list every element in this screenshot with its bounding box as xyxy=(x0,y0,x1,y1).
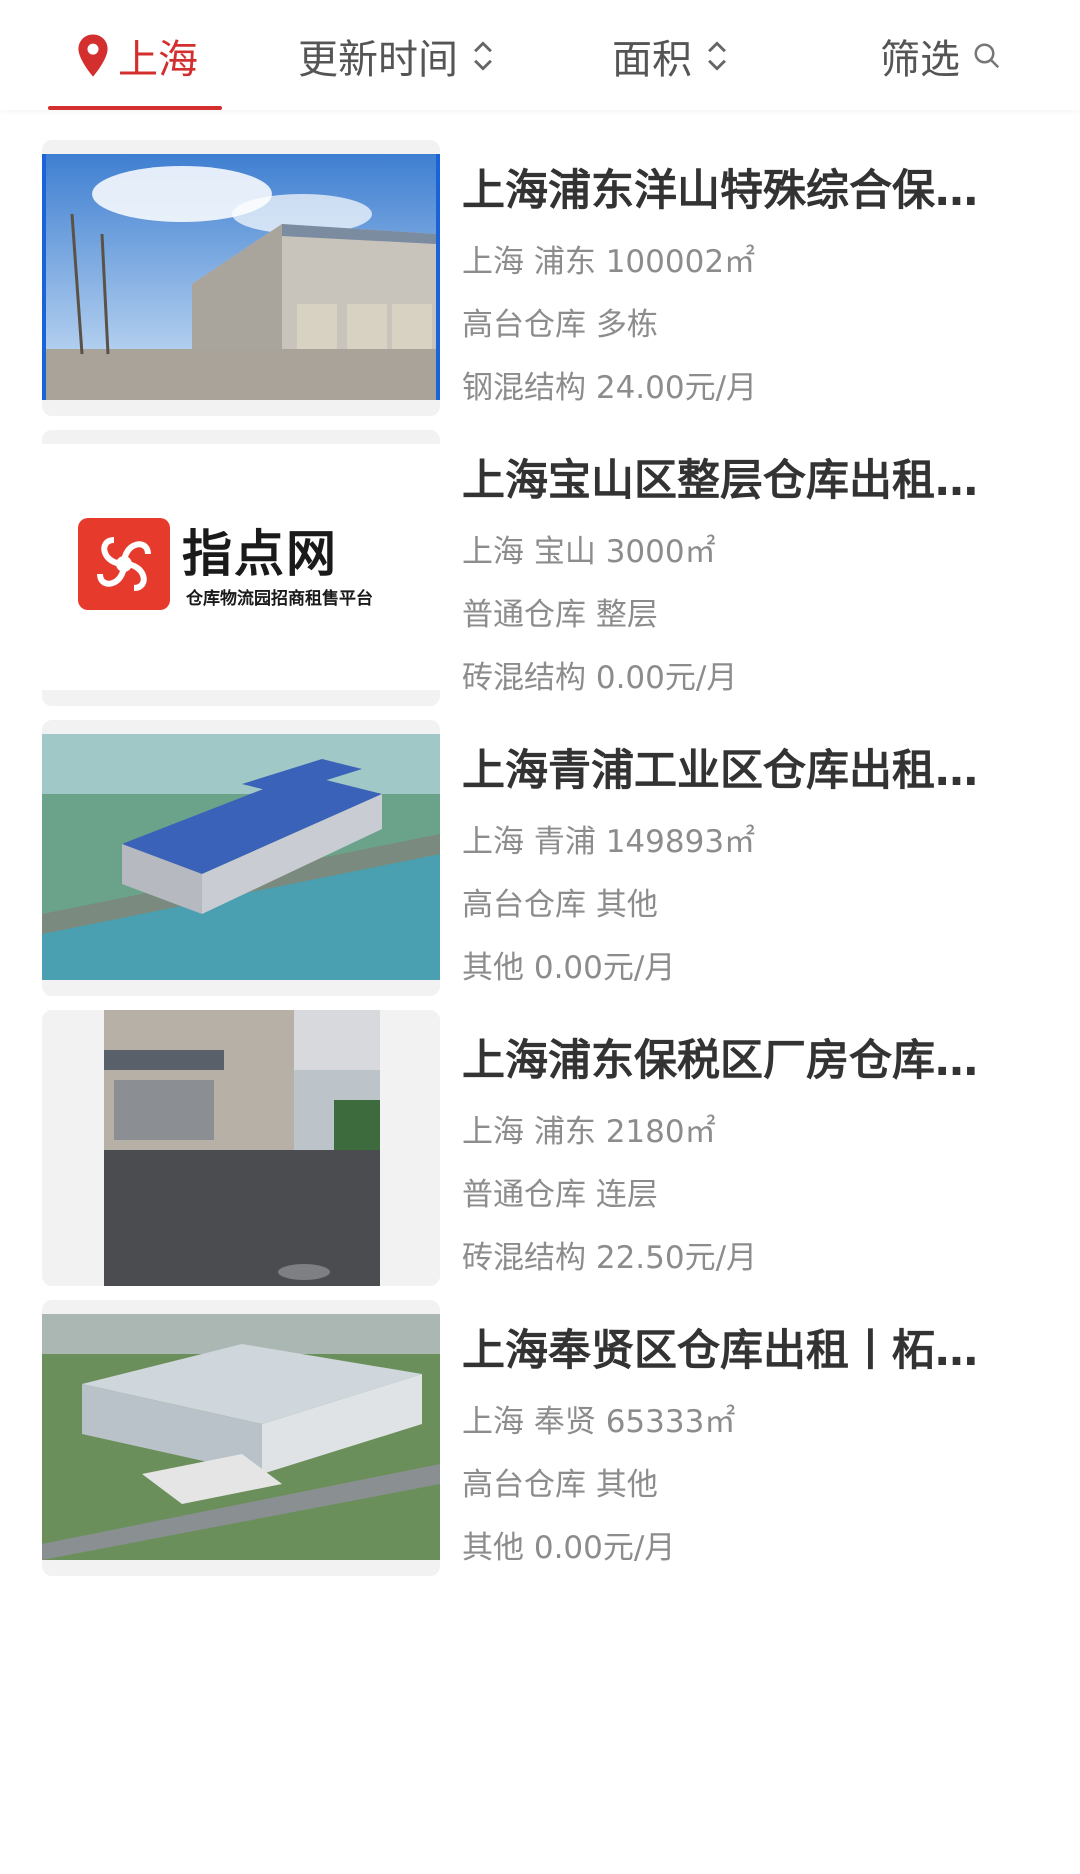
listing-location-area: 上海 奉贤 65333㎡ xyxy=(462,1404,736,1440)
sort-by-update-time[interactable]: 更新时间 xyxy=(298,26,496,86)
sort-area-label: 面积 xyxy=(612,37,692,83)
industrial-park-aerial-photo xyxy=(42,734,440,980)
sort-arrows-icon xyxy=(708,41,726,71)
listing-title[interactable]: 上海奉贤区仓库出租丨柘… xyxy=(462,1316,1002,1378)
listing-type: 高台仓库 其他 xyxy=(462,887,658,923)
listing-thumbnail[interactable]: 指点网 仓库物流园招商租售平台 xyxy=(42,430,440,706)
logo-tagline: 仓库物流园招商租售平台 xyxy=(186,589,373,609)
listing-type: 普通仓库 整层 xyxy=(462,597,658,633)
sort-time-label: 更新时间 xyxy=(298,37,458,83)
location-pin-icon xyxy=(78,34,108,77)
listing-title[interactable]: 上海青浦工业区仓库出租… xyxy=(462,736,1002,798)
listing-location-area: 上海 宝山 3000㎡ xyxy=(462,534,716,570)
warehouse-aerial-rendering xyxy=(42,1314,440,1560)
city-selector[interactable]: 上海 xyxy=(74,26,198,86)
list-item[interactable]: 上海浦东洋山特殊综合保… 上海 浦东 100002㎡ 高台仓库 多栋 钢混结构 … xyxy=(0,110,1080,440)
filter-label: 筛选 xyxy=(880,37,960,83)
filter-button[interactable]: 筛选 xyxy=(880,26,1002,86)
list-item[interactable]: 上海奉贤区仓库出租丨柘… 上海 奉贤 65333㎡ 高台仓库 其他 其他 0.0… xyxy=(0,1270,1080,1600)
pinwheel-logo-icon xyxy=(78,518,170,610)
filter-bar: 上海 更新时间 面积 筛选 xyxy=(0,0,1080,110)
listing-title[interactable]: 上海宝山区整层仓库出租… xyxy=(462,446,1002,508)
listing-title[interactable]: 上海浦东洋山特殊综合保… xyxy=(462,156,1002,218)
listing-thumbnail[interactable] xyxy=(42,1300,440,1576)
list-item[interactable]: 指点网 仓库物流园招商租售平台 上海宝山区整层仓库出租… 上海 宝山 3000㎡… xyxy=(0,400,1080,730)
factory-photo xyxy=(104,1010,380,1286)
logo-brand-name: 指点网 xyxy=(182,525,338,583)
listing-thumbnail[interactable] xyxy=(42,140,440,416)
list-item[interactable]: 上海浦东保税区厂房仓库… 上海 浦东 2180㎡ 普通仓库 连层 砖混结构 22… xyxy=(0,980,1080,1310)
placeholder-logo-image: 指点网 仓库物流园招商租售平台 xyxy=(42,444,440,690)
listing-type: 高台仓库 其他 xyxy=(462,1467,658,1503)
listing-location-area: 上海 浦东 100002㎡ xyxy=(462,244,756,280)
listing-type: 普通仓库 连层 xyxy=(462,1177,658,1213)
search-icon xyxy=(974,43,1000,69)
listing-type: 高台仓库 多栋 xyxy=(462,307,658,343)
city-label: 上海 xyxy=(118,37,198,83)
listing-thumbnail[interactable] xyxy=(42,720,440,996)
listing-thumbnail[interactable] xyxy=(42,1010,440,1286)
list-item[interactable]: 上海青浦工业区仓库出租… 上海 青浦 149893㎡ 高台仓库 其他 其他 0.… xyxy=(0,690,1080,1020)
listing-location-area: 上海 青浦 149893㎡ xyxy=(462,824,756,860)
sort-by-area[interactable]: 面积 xyxy=(612,26,730,86)
listing-structure-price: 其他 0.00元/月 xyxy=(462,1530,676,1566)
listing-title[interactable]: 上海浦东保税区厂房仓库… xyxy=(462,1026,1002,1088)
warehouse-photo xyxy=(42,154,440,400)
sort-arrows-icon xyxy=(474,41,492,71)
listing-location-area: 上海 浦东 2180㎡ xyxy=(462,1114,716,1150)
